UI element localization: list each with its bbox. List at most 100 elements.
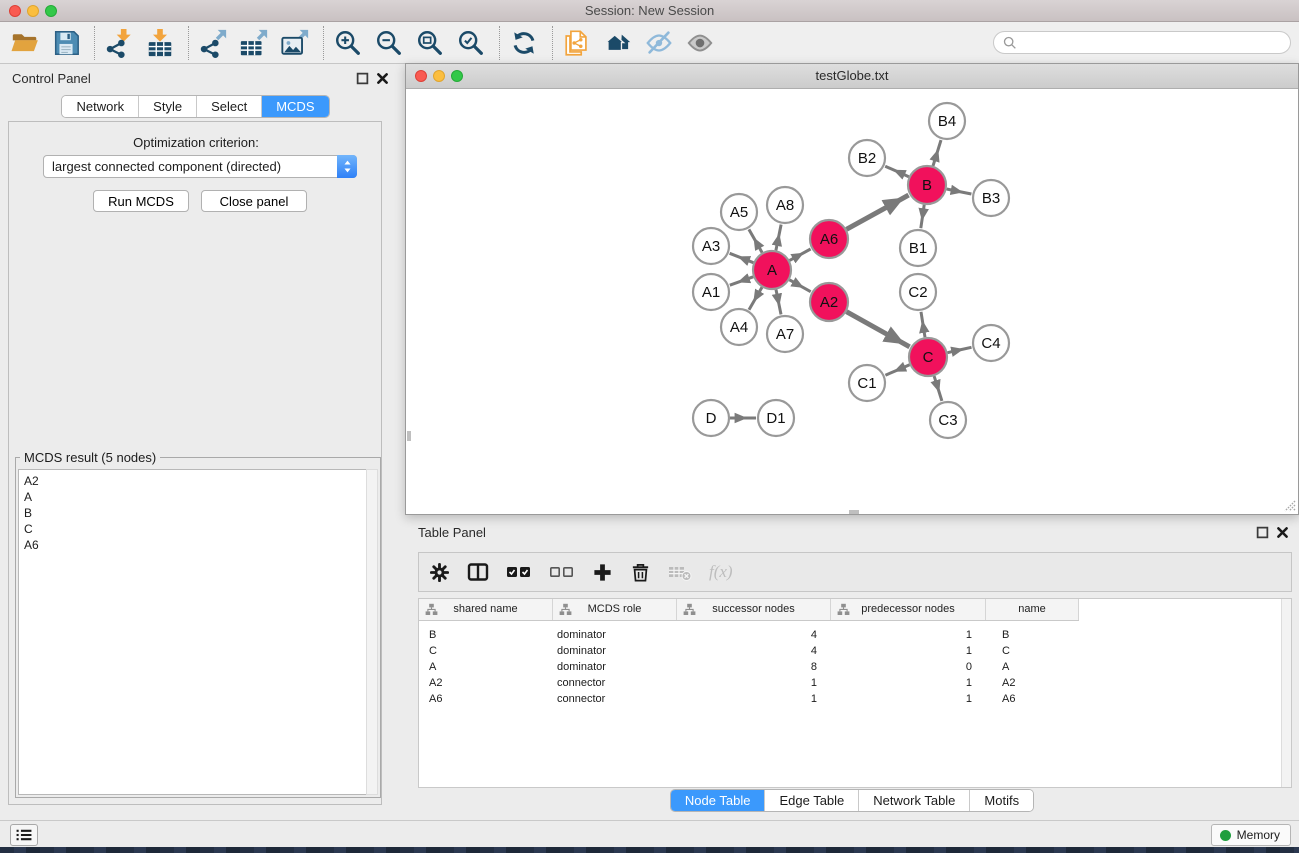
export-image-icon[interactable]	[280, 28, 310, 58]
cell-successor-nodes[interactable]: 8	[677, 659, 831, 675]
graph-node-A6[interactable]: A6	[810, 220, 848, 258]
graph-node-C2[interactable]: C2	[900, 274, 936, 310]
cell-MCDS-role[interactable]: connector	[553, 691, 677, 707]
cell-predecessor-nodes[interactable]: 1	[831, 675, 986, 691]
graph-node-A5[interactable]: A5	[721, 194, 757, 230]
edge-A-A2[interactable]	[789, 280, 810, 292]
edge-A6-B[interactable]	[847, 195, 909, 229]
edge-C-C3[interactable]	[934, 376, 942, 401]
graph-node-B4[interactable]: B4	[929, 103, 965, 139]
tab-edge-table[interactable]: Edge Table	[764, 790, 858, 811]
cell-shared-name[interactable]: B	[419, 627, 553, 643]
graph-node-A3[interactable]: A3	[693, 228, 729, 264]
zoom-in-icon[interactable]	[333, 28, 363, 58]
edge-A-A1[interactable]	[730, 277, 753, 285]
edge-A-A4[interactable]	[749, 287, 762, 309]
edge-A2-C[interactable]	[847, 312, 910, 347]
graph-node-B2[interactable]: B2	[849, 140, 885, 176]
tab-mcds[interactable]: MCDS	[261, 96, 328, 117]
select-all-columns-icon[interactable]	[506, 564, 532, 580]
graph-node-C3[interactable]: C3	[930, 402, 966, 438]
column-header-MCDS-role[interactable]: MCDS role	[553, 599, 677, 620]
edge-B-B2[interactable]	[885, 166, 909, 177]
cell-MCDS-role[interactable]: dominator	[553, 627, 677, 643]
table-scrollbar[interactable]	[1281, 599, 1291, 787]
memory-button[interactable]: Memory	[1211, 824, 1291, 846]
graph-node-D1[interactable]: D1	[758, 400, 794, 436]
tab-network-table[interactable]: Network Table	[858, 790, 969, 811]
cell-shared-name[interactable]: A6	[419, 691, 553, 707]
cell-name[interactable]: A	[986, 659, 1079, 675]
table-mode-gear-icon[interactable]	[429, 562, 450, 583]
mcds-result-list[interactable]: A2ABCA6	[18, 469, 368, 795]
edge-A-A3[interactable]	[730, 253, 754, 262]
edge-B-B1[interactable]	[921, 205, 924, 228]
mcds-result-item[interactable]: A6	[24, 537, 367, 553]
graph-node-A[interactable]: A	[753, 251, 791, 289]
search-box[interactable]	[993, 31, 1291, 54]
resize-grip-icon[interactable]	[1283, 499, 1296, 512]
unselect-all-columns-icon[interactable]	[549, 564, 575, 580]
edge-B-B3[interactable]	[947, 189, 972, 194]
search-input[interactable]	[1021, 36, 1290, 50]
save-session-icon[interactable]	[51, 28, 81, 58]
edge-A-A7[interactable]	[776, 290, 781, 315]
graph-node-B[interactable]: B	[908, 166, 946, 204]
cell-predecessor-nodes[interactable]: 1	[831, 691, 986, 707]
cell-name[interactable]: A2	[986, 675, 1079, 691]
close-panel-button[interactable]: Close panel	[201, 190, 307, 212]
graph-node-D[interactable]: D	[693, 400, 729, 436]
new-network-from-selection-icon[interactable]	[562, 28, 592, 58]
edge-C-C1[interactable]	[885, 365, 909, 375]
column-header-predecessor-nodes[interactable]: predecessor nodes	[831, 599, 986, 620]
network-graph-canvas[interactable]: AA1A3A5A8A4A7A6A2BB1B2B3B4CC1C2C3C4DD1	[406, 89, 1298, 515]
tab-select[interactable]: Select	[196, 96, 261, 117]
export-network-icon[interactable]	[198, 28, 228, 58]
open-session-icon[interactable]	[10, 28, 40, 58]
optimization-criterion-select[interactable]: largest connected component (directed)	[43, 155, 357, 178]
graph-node-C4[interactable]: C4	[973, 325, 1009, 361]
tab-style[interactable]: Style	[138, 96, 196, 117]
graph-node-A2[interactable]: A2	[810, 283, 848, 321]
graph-node-C[interactable]: C	[909, 338, 947, 376]
delete-columns-icon[interactable]	[630, 562, 651, 583]
import-network-icon[interactable]	[104, 28, 134, 58]
cell-predecessor-nodes[interactable]: 0	[831, 659, 986, 675]
cell-predecessor-nodes[interactable]: 1	[831, 643, 986, 659]
mcds-result-item[interactable]: A2	[24, 473, 367, 489]
zoom-selected-icon[interactable]	[456, 28, 486, 58]
cell-shared-name[interactable]: A2	[419, 675, 553, 691]
graph-node-A4[interactable]: A4	[721, 309, 757, 345]
run-mcds-button[interactable]: Run MCDS	[93, 190, 189, 212]
cell-shared-name[interactable]: C	[419, 643, 553, 659]
cell-MCDS-role[interactable]: connector	[553, 675, 677, 691]
edge-A-A5[interactable]	[749, 229, 762, 252]
apply-preferred-layout-icon[interactable]	[509, 28, 539, 58]
mcds-result-item[interactable]: C	[24, 521, 367, 537]
graph-node-A8[interactable]: A8	[767, 187, 803, 223]
cell-predecessor-nodes[interactable]: 1	[831, 627, 986, 643]
tab-network[interactable]: Network	[62, 96, 138, 117]
mcds-result-item[interactable]: B	[24, 505, 367, 521]
edge-A-A8[interactable]	[776, 225, 781, 251]
show-all-icon[interactable]	[685, 28, 715, 58]
tab-motifs[interactable]: Motifs	[969, 790, 1033, 811]
edge-A-A6[interactable]	[790, 249, 811, 260]
close-table-panel-icon[interactable]	[1276, 526, 1289, 539]
export-table-icon[interactable]	[239, 28, 269, 58]
column-header-name[interactable]: name	[986, 599, 1079, 620]
tab-node-table[interactable]: Node Table	[671, 790, 765, 811]
column-header-successor-nodes[interactable]: successor nodes	[677, 599, 831, 620]
close-panel-icon[interactable]	[376, 72, 389, 85]
task-history-button[interactable]	[10, 824, 38, 846]
graph-node-B1[interactable]: B1	[900, 230, 936, 266]
graph-node-C1[interactable]: C1	[849, 365, 885, 401]
mcds-result-item[interactable]: A	[24, 489, 367, 505]
cell-successor-nodes[interactable]: 4	[677, 627, 831, 643]
cell-successor-nodes[interactable]: 1	[677, 691, 831, 707]
network-window-titlebar[interactable]: testGlobe.txt	[406, 64, 1298, 89]
hide-selected-icon[interactable]	[644, 28, 674, 58]
show-columns-icon[interactable]	[467, 561, 489, 583]
cell-name[interactable]: B	[986, 627, 1079, 643]
column-header-shared-name[interactable]: shared name	[419, 599, 553, 620]
